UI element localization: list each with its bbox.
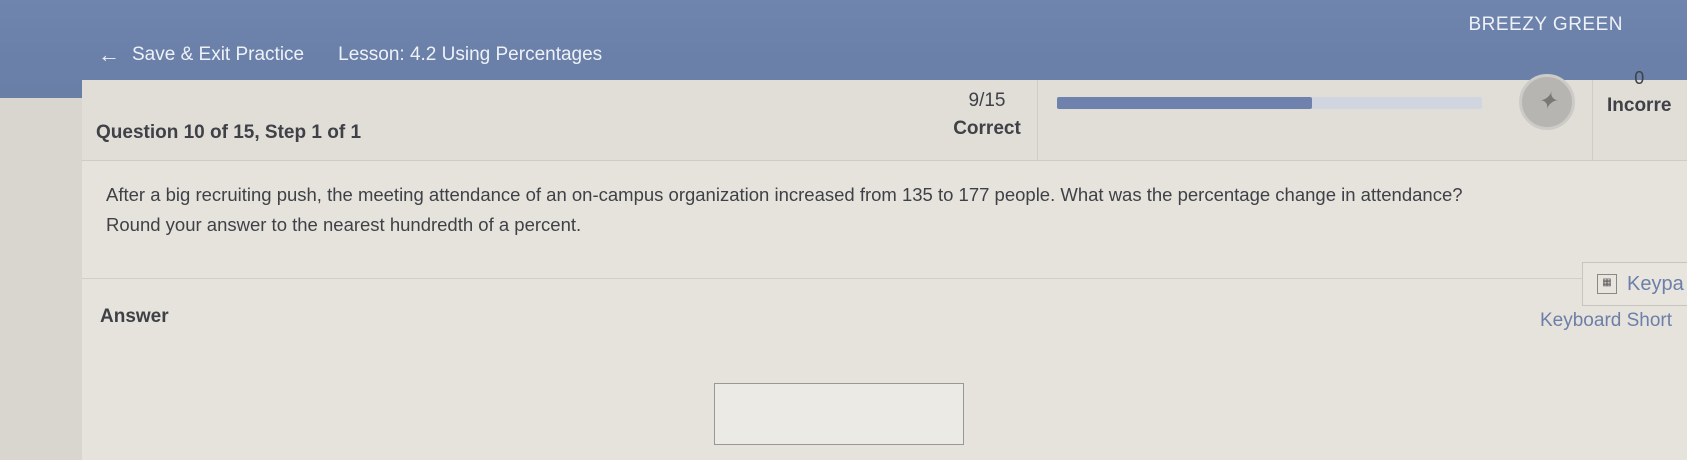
keyboard-shortcuts-link[interactable]: Keyboard Short [1540,310,1672,332]
keypad-button[interactable]: ▦ Keypa [1582,262,1687,306]
answer-label: Answer [100,306,169,327]
correct-count: 9/15 [968,90,1006,111]
divider [82,278,1687,279]
progress-bar [1057,97,1482,109]
incorrect-label: Incorre [1607,95,1672,116]
question-line: Round your answer to the nearest hundred… [106,214,582,235]
question-line: After a big recruiting push, the meeting… [106,184,1463,205]
lesson-title: Lesson: 4.2 Using Percentages [338,44,603,65]
keypad-label: Keypa [1627,272,1684,295]
answer-input[interactable] [714,383,964,445]
calculator-icon: ▦ [1597,274,1617,294]
question-card: Question 10 of 15, Step 1 of 1 9/15 Corr… [82,68,1687,460]
correct-score: 9/15 Correct [932,90,1042,140]
progress-fill [1057,97,1312,109]
divider [1037,80,1038,160]
incorrect-count: 0 [1634,68,1645,88]
question-text: After a big recruiting push, the meeting… [106,180,1686,240]
incorrect-score: 0 Incorre [1607,68,1671,117]
back-arrow-icon[interactable]: ← [98,42,120,68]
question-header: Question 10 of 15, Step 1 of 1 9/15 Corr… [82,68,1687,161]
correct-label: Correct [953,118,1021,139]
nav: ← Save & Exit Practice Lesson: 4.2 Using… [98,42,602,68]
question-number: Question 10 of 15, Step 1 of 1 [96,122,362,143]
divider [1592,80,1593,160]
user-name[interactable]: BREEZY GREEN [1468,14,1623,36]
streak-badge-icon: ✦ [1519,74,1575,130]
save-exit-button[interactable]: Save & Exit Practice [132,44,304,66]
